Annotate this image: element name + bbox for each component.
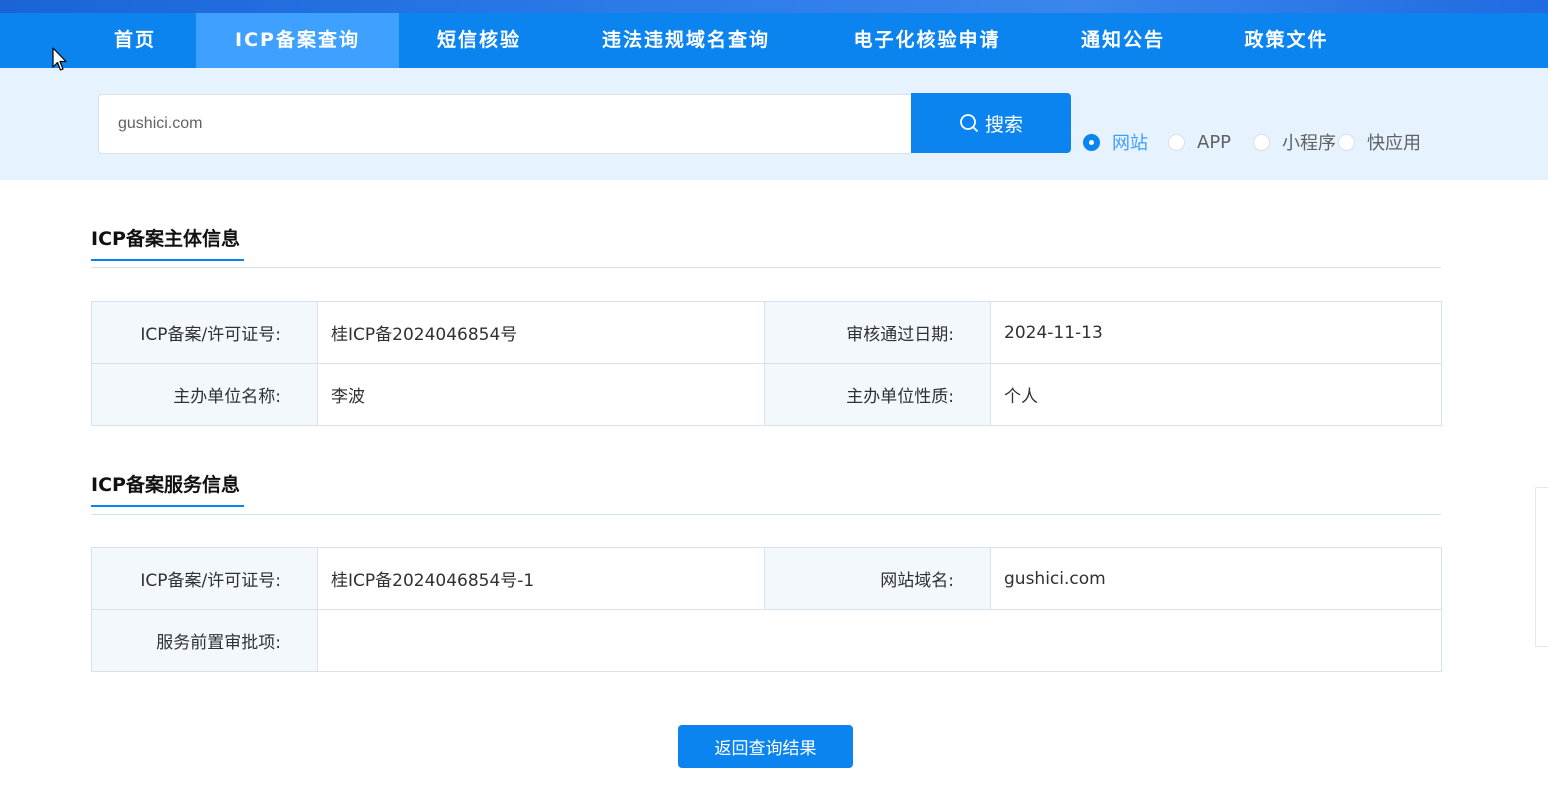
radio-label: 小程序 — [1282, 133, 1336, 154]
table-row: ICP备案/许可证号: 桂ICP备2024046854号-1 网站域名: gus… — [91, 547, 1442, 610]
search-button[interactable]: 搜索 — [911, 93, 1071, 153]
nav-item-e-verify[interactable]: 电子化核验申请 — [813, 13, 1041, 68]
table-row: 主办单位名称: 李波 主办单位性质: 个人 — [91, 363, 1442, 426]
nav-item-icp-query[interactable]: ICP备案查询 — [196, 13, 399, 68]
pre-approval-value — [317, 609, 1442, 672]
pre-approval-label: 服务前置审批项: — [91, 609, 318, 672]
subject-section-title: ICP备案主体信息 — [91, 224, 244, 261]
nav-item-home[interactable]: 首页 — [74, 13, 196, 68]
service-icp-number-value: 桂ICP备2024046854号-1 — [317, 547, 765, 610]
table-row: ICP备案/许可证号: 桂ICP备2024046854号 审核通过日期: 202… — [91, 301, 1442, 364]
service-section-title: ICP备案服务信息 — [91, 470, 244, 507]
organizer-type-value: 个人 — [990, 363, 1442, 426]
radio-app[interactable]: APP — [1168, 130, 1231, 154]
nav-item-illegal-domain[interactable]: 违法违规域名查询 — [559, 13, 813, 68]
domain-label: 网站域名: — [764, 547, 991, 610]
search-band: 搜索 网站 APP 小程序 快应用 — [0, 68, 1548, 180]
main-nav: 首页 ICP备案查询 短信核验 违法违规域名查询 电子化核验申请 通知公告 政策… — [0, 13, 1548, 68]
title-underline — [91, 259, 244, 261]
radio-label: 快应用 — [1367, 133, 1421, 154]
radio-dot — [1083, 133, 1100, 151]
radio-quick-app[interactable]: 快应用 — [1338, 130, 1421, 154]
side-panel-edge — [1535, 487, 1548, 647]
section-divider — [91, 267, 1441, 268]
subject-title-text: ICP备案主体信息 — [91, 228, 240, 250]
top-banner-strip — [0, 0, 1548, 13]
nav-item-notices[interactable]: 通知公告 — [1041, 13, 1205, 68]
approval-date-label: 审核通过日期: — [764, 301, 991, 364]
organizer-name-value: 李波 — [317, 363, 765, 426]
radio-dot — [1168, 133, 1185, 151]
radio-label: 网站 — [1112, 133, 1148, 154]
organizer-type-label: 主办单位性质: — [764, 363, 991, 426]
service-info-table: ICP备案/许可证号: 桂ICP备2024046854号-1 网站域名: gus… — [91, 547, 1442, 672]
back-to-results-button[interactable]: 返回查询结果 — [678, 725, 853, 768]
radio-website[interactable]: 网站 — [1083, 130, 1148, 154]
search-input[interactable] — [98, 94, 912, 154]
service-title-text: ICP备案服务信息 — [91, 474, 240, 496]
icp-number-value: 桂ICP备2024046854号 — [317, 301, 765, 364]
search-icon — [960, 114, 978, 132]
table-row: 服务前置审批项: — [91, 609, 1442, 672]
radio-mini-program[interactable]: 小程序 — [1253, 130, 1336, 154]
domain-value: gushici.com — [990, 547, 1442, 610]
subject-info-table: ICP备案/许可证号: 桂ICP备2024046854号 审核通过日期: 202… — [91, 301, 1442, 426]
radio-dot — [1253, 133, 1270, 151]
approval-date-value: 2024-11-13 — [990, 301, 1442, 364]
nav-item-sms-verify[interactable]: 短信核验 — [399, 13, 559, 68]
title-underline — [91, 505, 244, 507]
icp-number-label: ICP备案/许可证号: — [91, 301, 318, 364]
mouse-cursor-icon — [52, 47, 67, 71]
section-divider — [91, 514, 1441, 515]
nav-item-policy[interactable]: 政策文件 — [1205, 13, 1368, 68]
organizer-name-label: 主办单位名称: — [91, 363, 318, 426]
radio-label: APP — [1197, 131, 1232, 153]
radio-dot — [1338, 133, 1355, 151]
service-icp-number-label: ICP备案/许可证号: — [91, 547, 318, 610]
search-button-label: 搜索 — [984, 113, 1023, 136]
